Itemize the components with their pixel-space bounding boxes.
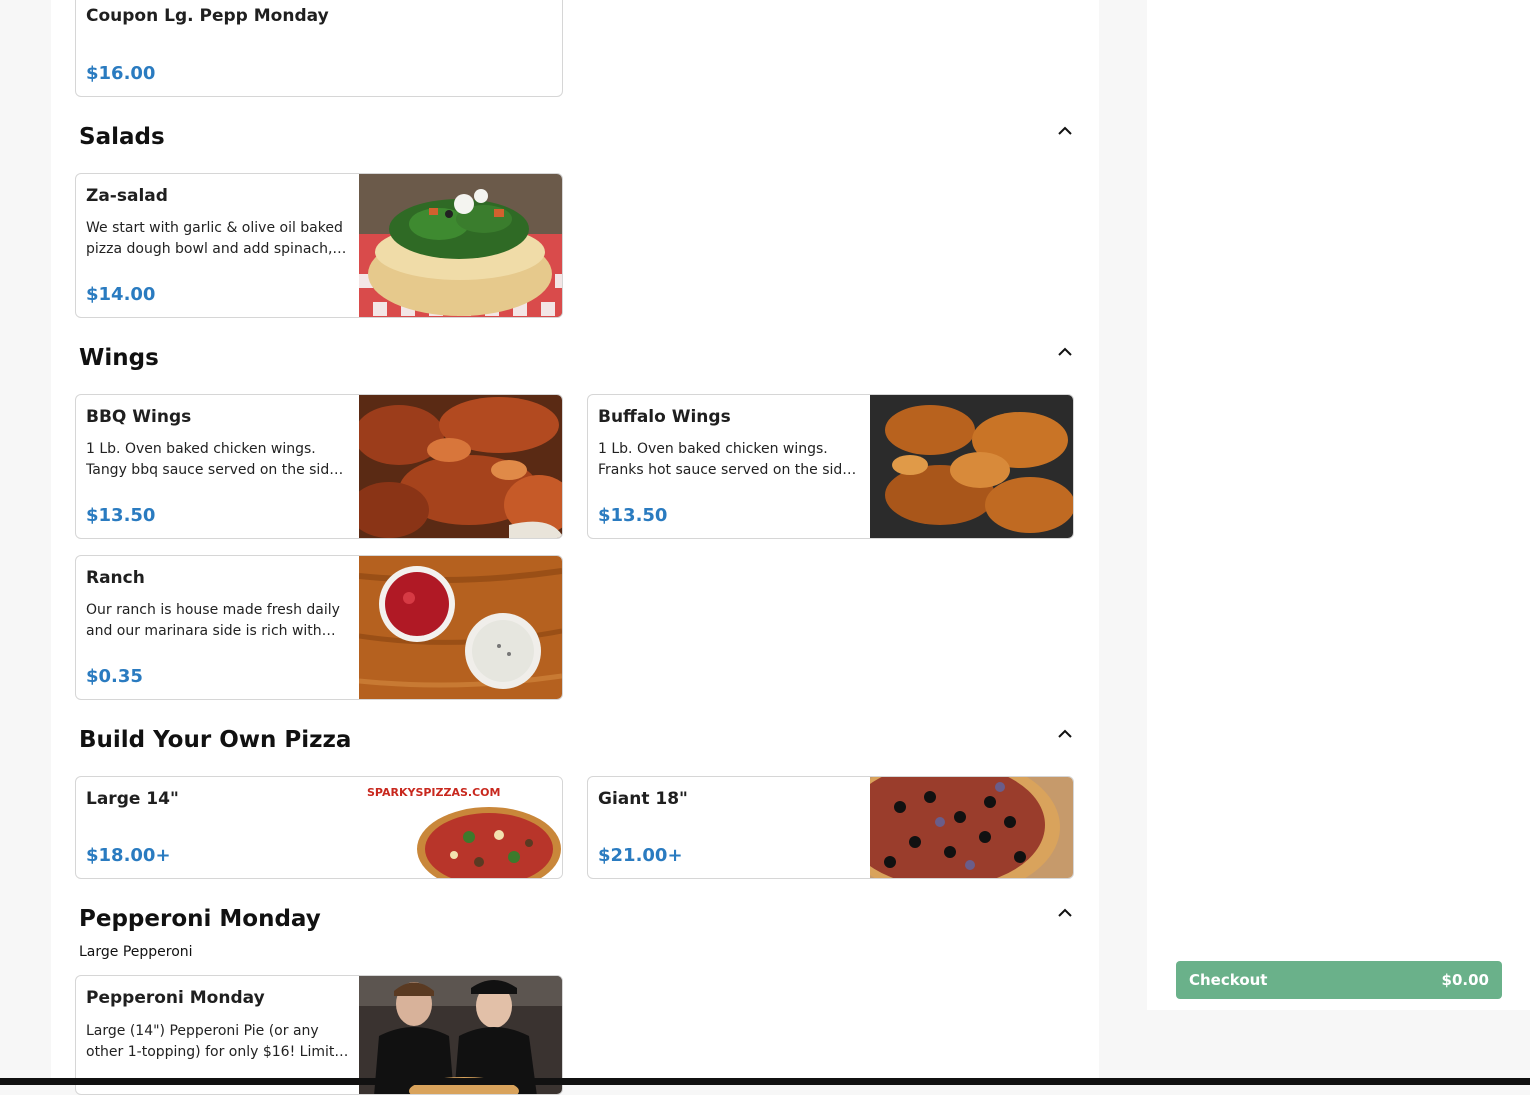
section-title-byo: Build Your Own Pizza: [79, 727, 352, 753]
item-description: 1 Lb. Oven baked chicken wings. Tangy bb…: [86, 441, 344, 478]
section-title-wings: Wings: [79, 345, 159, 371]
chevron-up-icon[interactable]: [1055, 121, 1075, 141]
cart-sidebar: [1147, 0, 1530, 1010]
section-subtitle: Large Pepperoni: [79, 944, 193, 960]
salad-image: [359, 174, 562, 317]
item-name: Za-salad: [86, 186, 168, 206]
buffalo-wings-image: [870, 395, 1073, 538]
giant-pizza-image: [870, 777, 1073, 878]
item-name: Buffalo Wings: [598, 407, 731, 427]
item-name: Pepperoni Monday: [86, 988, 265, 1008]
item-description: We start with garlic & olive oil baked p…: [86, 220, 347, 257]
item-price: $14.00: [86, 284, 156, 305]
ranch-image: [359, 556, 562, 699]
cart-total: $0.00: [1441, 971, 1489, 989]
chevron-up-icon[interactable]: [1055, 724, 1075, 744]
large-pizza-image: SPARKYSPIZZAS.COM: [359, 777, 562, 878]
section-title-salads: Salads: [79, 124, 165, 150]
menu-item-card[interactable]: Large 14" $18.00+ SPARKYSPIZZAS.COM: [75, 776, 563, 879]
item-price: $18.00+: [86, 845, 171, 866]
checkout-label: Checkout: [1189, 971, 1268, 989]
section-title-pepperoni: Pepperoni Monday: [79, 906, 321, 932]
item-name: Ranch: [86, 568, 145, 588]
bbq-wings-image: [359, 395, 562, 538]
menu-item-card[interactable]: Buffalo Wings 1 Lb. Oven baked chicken w…: [587, 394, 1074, 539]
menu-item-card[interactable]: Pepperoni Monday Large (14") Pepperoni P…: [75, 975, 563, 1095]
item-price: $16.00: [86, 63, 156, 84]
menu-item-card[interactable]: Za-salad We start with garlic & olive oi…: [75, 173, 563, 318]
item-name: Giant 18": [598, 789, 688, 809]
chevron-up-icon[interactable]: [1055, 342, 1075, 362]
item-description: 1 Lb. Oven baked chicken wings. Franks h…: [598, 441, 857, 478]
menu-item-card[interactable]: BBQ Wings 1 Lb. Oven baked chicken wings…: [75, 394, 563, 539]
item-price: $0.35: [86, 666, 143, 687]
item-description: Our ranch is house made fresh daily and …: [86, 602, 340, 639]
pepperoni-monday-image: [359, 976, 562, 1094]
item-name: Coupon Lg. Pepp Monday: [86, 6, 329, 26]
bottom-edge-bar: [0, 1078, 1530, 1085]
chevron-up-icon[interactable]: [1055, 903, 1075, 923]
menu-item-card[interactable]: Ranch Our ranch is house made fresh dail…: [75, 555, 563, 700]
item-name: BBQ Wings: [86, 407, 192, 427]
item-price: $13.50: [598, 505, 668, 526]
watermark-text: SPARKYSPIZZAS.COM: [367, 786, 500, 799]
menu-item-card[interactable]: Giant 18" $21.00+: [587, 776, 1074, 879]
item-price: $21.00+: [598, 845, 683, 866]
item-price: $13.50: [86, 505, 156, 526]
item-name: Large 14": [86, 789, 179, 809]
checkout-button[interactable]: Checkout $0.00: [1176, 961, 1502, 999]
item-description: Large (14") Pepperoni Pie (or any other …: [86, 1023, 349, 1060]
menu-item-card[interactable]: Coupon Lg. Pepp Monday $16.00: [75, 0, 563, 97]
